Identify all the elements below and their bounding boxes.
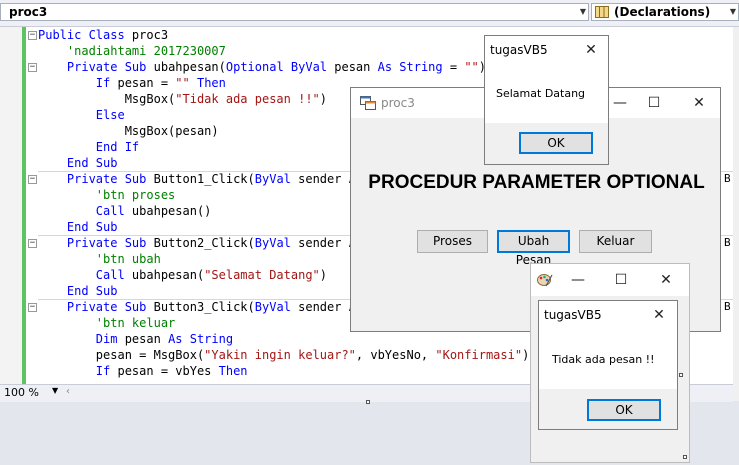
message-box-title-bar[interactable]: tugasVB5 ✕ (485, 36, 608, 64)
code-navigation-bar: proc3 ▼ (Declarations) ▼ (0, 0, 739, 27)
close-icon[interactable]: ✕ (649, 264, 683, 296)
code-line[interactable]: MsgBox(pesan) (38, 123, 219, 139)
code-line[interactable]: Public Class proc3 (38, 27, 168, 43)
message-text: Tidak ada pesan !! (552, 353, 655, 366)
message-text: Selamat Datang (496, 87, 586, 100)
code-line[interactable]: 'nadiahtami 2017230007 (38, 43, 226, 59)
chevron-down-icon[interactable]: ▼ (580, 4, 586, 20)
scroll-left-icon[interactable]: ‹ (66, 386, 70, 397)
code-line[interactable]: 'btn keluar (38, 315, 175, 331)
code-line[interactable]: If pesan = "" Then (38, 75, 226, 91)
code-line[interactable]: pesan = MsgBox("Yakin ingin keluar?", vb… (38, 347, 530, 363)
collapse-icon[interactable]: − (28, 175, 37, 184)
code-line[interactable]: End Sub (38, 155, 118, 171)
message-box-tidak: tugasVB5 ✕ Tidak ada pesan !! OK (538, 300, 678, 430)
class-combo-label: proc3 (9, 5, 48, 19)
code-line[interactable]: Private Sub Button1_Click(ByVal sender A… (38, 171, 363, 187)
ok-button[interactable]: OK (519, 132, 593, 154)
message-box-title-bar[interactable]: tugasVB5 ✕ (539, 301, 677, 329)
code-line[interactable]: Else (38, 107, 125, 123)
code-line[interactable]: Private Sub ubahpesan(Optional ByVal pes… (38, 59, 486, 75)
form-title: proc3 (381, 96, 415, 110)
keluar-button[interactable]: Keluar (579, 230, 652, 253)
message-box-title: tugasVB5 (490, 43, 548, 57)
truncated-code-text: B (724, 172, 731, 185)
code-line[interactable]: Private Sub Button3_Click(ByVal sender A… (38, 299, 363, 315)
editor-margin (0, 27, 22, 384)
vertical-scrollbar[interactable] (733, 27, 739, 401)
proses-button[interactable]: Proses (417, 230, 488, 253)
maximize-icon[interactable]: ☐ (604, 264, 638, 296)
code-line[interactable]: Call ubahpesan() (38, 203, 212, 219)
ok-button[interactable]: OK (587, 399, 661, 421)
code-line[interactable]: Call ubahpesan("Selamat Datang") (38, 267, 327, 283)
resize-handle[interactable] (679, 373, 683, 377)
code-line[interactable]: Private Sub Button2_Click(ByVal sender A… (38, 235, 363, 251)
collapse-icon[interactable]: − (28, 63, 37, 72)
code-line[interactable]: End Sub (38, 283, 118, 299)
code-line[interactable]: End Sub (38, 219, 118, 235)
code-line[interactable]: 'btn proses (38, 187, 175, 203)
message-box-body: Selamat Datang (485, 64, 608, 123)
collapse-icon[interactable]: − (28, 239, 37, 248)
close-icon[interactable]: ✕ (577, 36, 605, 64)
minimize-icon[interactable]: — (561, 264, 595, 296)
code-line[interactable]: If pesan = vbYes Then (38, 363, 248, 379)
maximize-icon[interactable]: ☐ (637, 88, 671, 118)
close-icon[interactable]: ✕ (645, 301, 673, 329)
resize-handle[interactable] (683, 455, 687, 459)
resize-handle[interactable] (366, 400, 370, 404)
zoom-level[interactable]: 100 % (4, 386, 39, 399)
truncated-code-text: B (724, 300, 731, 313)
code-line[interactable]: MsgBox("Tidak ada pesan !!") (38, 91, 327, 107)
members-icon (595, 6, 609, 18)
collapse-icon[interactable]: − (28, 303, 37, 312)
message-box-title: tugasVB5 (544, 308, 602, 322)
chevron-down-icon[interactable]: ▼ (52, 386, 58, 395)
window-title-bar[interactable]: — ☐ ✕ (531, 264, 689, 296)
form-app-icon (360, 96, 376, 110)
ubah-pesan-button[interactable]: Ubah Pesan (497, 230, 570, 267)
code-line[interactable]: End If (38, 139, 139, 155)
close-icon[interactable]: ✕ (682, 88, 716, 118)
paint-palette-icon (537, 274, 553, 287)
change-tracking-bar (22, 27, 26, 384)
truncated-code-text: B (724, 236, 731, 249)
message-box-selamat: tugasVB5 ✕ Selamat Datang OK (484, 35, 609, 165)
members-combo-label: (Declarations) (614, 5, 711, 19)
form-heading: PROCEDUR PARAMETER OPTIONAL (368, 172, 705, 193)
code-line[interactable]: Dim pesan As String (38, 331, 233, 347)
class-combo[interactable]: proc3 ▼ (0, 3, 589, 21)
code-line[interactable]: 'btn ubah (38, 251, 161, 267)
members-combo[interactable]: (Declarations) ▼ (591, 3, 739, 21)
chevron-down-icon[interactable]: ▼ (730, 4, 736, 20)
collapse-icon[interactable]: − (28, 31, 37, 40)
message-box-body: Tidak ada pesan !! (539, 329, 677, 389)
